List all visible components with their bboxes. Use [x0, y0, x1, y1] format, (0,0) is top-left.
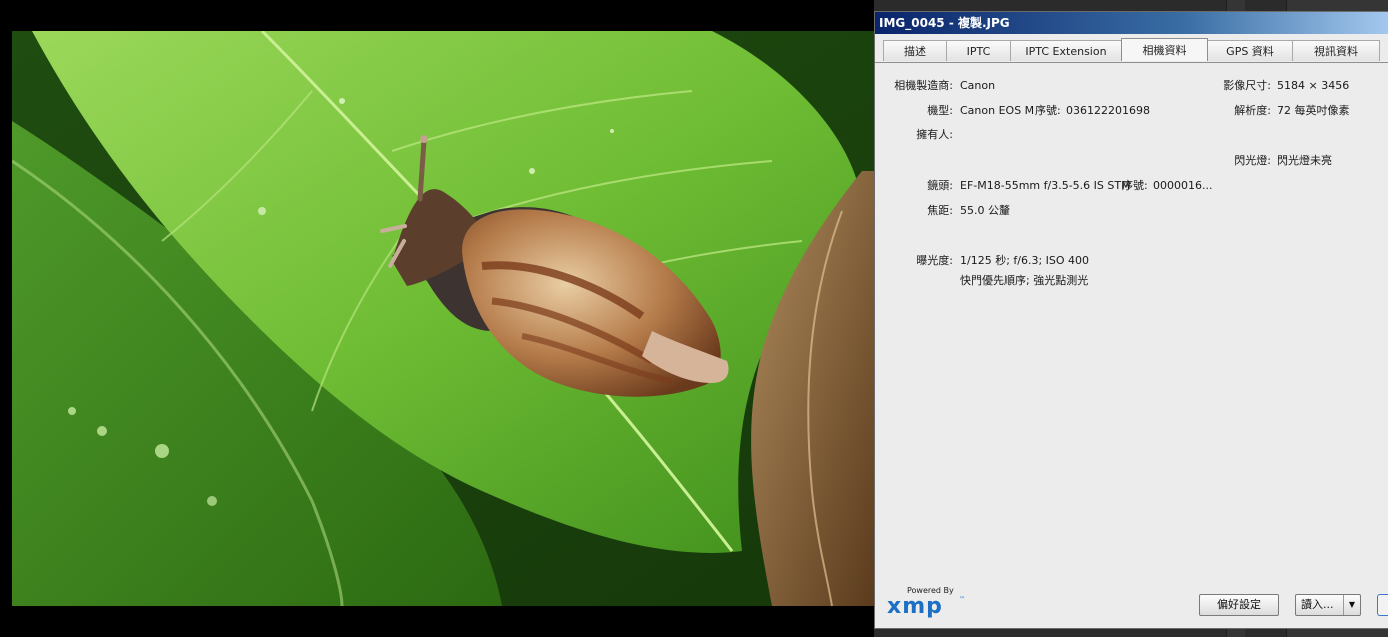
lens-serial-label: 序號:	[1122, 179, 1148, 192]
focal-length-value: 55.0 公釐	[960, 204, 1010, 217]
ok-button-partial[interactable]	[1377, 594, 1388, 616]
camera-serial-label: 序號:	[1035, 104, 1061, 117]
flash-value: 閃光燈未亮	[1277, 154, 1332, 167]
tab-camera-data[interactable]: 相機資料	[1121, 38, 1208, 61]
tab-description[interactable]: 描述	[883, 40, 947, 61]
import-button-label: 讀入...	[1301, 598, 1334, 611]
lens-serial-value: 0000016...	[1153, 179, 1213, 192]
owner-label: 擁有人:	[916, 128, 953, 141]
dropdown-arrow-icon[interactable]: ▼	[1343, 595, 1360, 615]
exposure-label: 曝光度:	[916, 254, 953, 267]
photo-viewer	[0, 0, 874, 637]
preferences-button[interactable]: 偏好設定	[1199, 594, 1279, 616]
exposure-mode-value: 快門優先順序; 強光點測光	[960, 274, 1089, 287]
resolution-value: 72 每英吋像素	[1277, 104, 1350, 117]
tab-video-data[interactable]: 視訊資料	[1292, 40, 1380, 61]
focal-length-label: 焦距:	[927, 204, 953, 217]
camera-model-value: Canon EOS M	[960, 104, 1035, 117]
exposure-value: 1/125 秒; f/6.3; ISO 400	[960, 254, 1090, 267]
camera-model-label: 機型:	[927, 104, 953, 117]
camera-serial-value: 036122201698	[1066, 104, 1150, 117]
tab-iptc[interactable]: IPTC	[946, 40, 1011, 61]
camera-make-value: Canon	[960, 79, 996, 92]
import-button[interactable]: 讀入... ▼	[1295, 594, 1361, 616]
camera-make-label: 相機製造商:	[894, 79, 953, 92]
flash-label: 閃光燈:	[1234, 154, 1271, 167]
tab-gps-data[interactable]: GPS 資料	[1207, 40, 1293, 61]
resolution-label: 解析度:	[1234, 104, 1271, 117]
dialog-title[interactable]: IMG_0045 - 複製.JPG	[875, 12, 1388, 34]
xmp-trademark: ™	[959, 596, 965, 603]
file-info-dialog: IMG_0045 - 複製.JPG 描述 IPTC IPTC Extension…	[874, 11, 1388, 629]
image-size-value: 5184 × 3456	[1277, 79, 1350, 92]
lens-label: 鏡頭:	[927, 179, 953, 192]
tab-iptc-extension[interactable]: IPTC Extension	[1010, 40, 1122, 61]
xmp-logo-word: xmp	[887, 594, 943, 619]
dialog-tabs: 描述 IPTC IPTC Extension 相機資料 GPS 資料 視訊資料	[883, 38, 1380, 62]
camera-data-panel: 相機製造商: Canon 機型: Canon EOS M 序號: 0361222…	[875, 62, 1388, 570]
xmp-logo: Powered By xmp ™	[887, 586, 967, 622]
image-size-label: 影像尺寸:	[1223, 79, 1271, 92]
lens-value: EF-M18-55mm f/3.5-5.6 IS STM	[960, 179, 1131, 192]
snail-photo	[12, 31, 874, 606]
screen: IMG_0045 - 複製.JPG 描述 IPTC IPTC Extension…	[0, 0, 1388, 637]
